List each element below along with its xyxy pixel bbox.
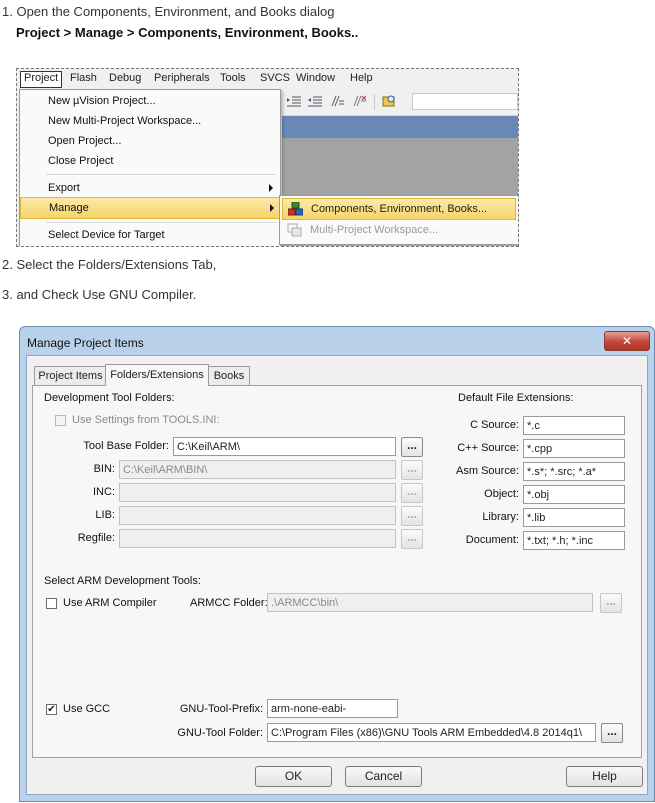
step-2-text: 2. Select the Folders/Extensions Tab, <box>2 257 217 272</box>
document-field[interactable]: *.txt; *.h; *.inc <box>523 531 625 550</box>
library-label: Library: <box>482 511 519 523</box>
bin-field[interactable]: C:\Keil\ARM\BIN\ <box>119 460 396 479</box>
menu-debug[interactable]: Debug <box>106 71 144 86</box>
menu-item-select-device[interactable]: Select Device for Target <box>20 225 278 245</box>
step-1-menu-path: Project > Manage > Components, Environme… <box>16 25 359 40</box>
gnu-tool-folder-field[interactable]: C:\Program Files (x86)\GNU Tools ARM Emb… <box>267 723 596 742</box>
inc-field[interactable] <box>119 483 396 502</box>
armcc-browse-button[interactable]: ... <box>600 593 622 613</box>
uncomment-icon[interactable] <box>352 95 366 107</box>
menu-screenshot: Project Flash Debug Peripherals Tools SV… <box>16 68 519 247</box>
use-arm-compiler-checkbox[interactable] <box>46 598 57 609</box>
lib-label: LIB: <box>95 509 115 521</box>
components-icon <box>288 202 303 216</box>
find-in-files-icon[interactable] <box>382 95 396 107</box>
dev-tool-folders-heading: Development Tool Folders: <box>44 392 175 404</box>
use-settings-label: Use Settings from TOOLS.INI: <box>72 414 220 426</box>
menu-separator <box>46 222 276 223</box>
c-source-label: C Source: <box>470 419 519 431</box>
toolbar-separator <box>374 94 375 110</box>
menu-help[interactable]: Help <box>347 71 376 86</box>
c-source-field[interactable]: *.c <box>523 416 625 435</box>
object-field[interactable]: *.obj <box>523 485 625 504</box>
project-menu-dropdown: New µVision Project... New Multi-Project… <box>19 89 281 246</box>
armcc-folder-label: ARMCC Folder: <box>190 597 268 609</box>
lib-browse-button[interactable]: ... <box>401 506 423 526</box>
menu-item-close-project[interactable]: Close Project <box>20 151 278 171</box>
tool-base-browse-button[interactable]: ... <box>401 437 423 457</box>
folders-extensions-panel: Development Tool Folders: Use Settings f… <box>32 385 642 758</box>
menu-flash[interactable]: Flash <box>67 71 100 86</box>
regfile-label: Regfile: <box>77 532 115 544</box>
use-settings-checkbox[interactable] <box>55 415 66 426</box>
menu-window[interactable]: Window <box>293 71 338 86</box>
inc-label: INC: <box>93 486 115 498</box>
submenu-arrow-icon <box>270 204 274 212</box>
menu-bar: Project Flash Debug Peripherals Tools SV… <box>17 69 518 89</box>
use-gcc-checkbox[interactable]: ✔ <box>46 704 57 715</box>
dialog-body: Project Items Folders/Extensions Books D… <box>26 355 648 795</box>
regfile-field[interactable] <box>119 529 396 548</box>
close-icon[interactable]: ✕ <box>604 331 650 351</box>
submenu-arrow-icon <box>269 184 273 192</box>
tool-base-folder-field[interactable]: C:\Keil\ARM\ <box>173 437 396 456</box>
ok-button[interactable]: OK <box>255 766 332 787</box>
workspace-icon <box>287 223 302 237</box>
menu-peripherals[interactable]: Peripherals <box>151 71 213 86</box>
menu-item-new-project[interactable]: New µVision Project... <box>20 91 278 111</box>
menu-svcs[interactable]: SVCS <box>257 71 293 86</box>
use-arm-compiler-label: Use ARM Compiler <box>63 597 157 609</box>
gnu-tool-folder-label: GNU-Tool Folder: <box>177 727 263 739</box>
step-1-text: 1. Open the Components, Environment, and… <box>2 4 335 19</box>
armcc-folder-field[interactable]: .\ARMCC\bin\ <box>267 593 593 612</box>
menu-item-multi-project-workspace[interactable]: Multi-Project Workspace... <box>282 220 514 240</box>
menu-item-new-multi-workspace[interactable]: New Multi-Project Workspace... <box>20 111 278 131</box>
gnu-tool-prefix-field[interactable]: arm-none-eabi- <box>267 699 398 718</box>
tab-folders-extensions[interactable]: Folders/Extensions <box>105 364 209 386</box>
document-label: Document: <box>465 534 519 546</box>
menu-item-open-project[interactable]: Open Project... <box>20 131 278 151</box>
menu-project[interactable]: Project <box>20 71 63 88</box>
asm-source-field[interactable]: *.s*; *.src; *.a* <box>523 462 625 481</box>
arm-tools-heading: Select ARM Development Tools: <box>44 575 201 587</box>
use-gcc-label: Use GCC <box>63 703 111 715</box>
bin-browse-button[interactable]: ... <box>401 460 423 480</box>
dialog-title: Manage Project Items <box>27 336 144 350</box>
object-label: Object: <box>484 488 519 500</box>
inc-browse-button[interactable]: ... <box>401 483 423 503</box>
tool-base-folder-label: Tool Base Folder: <box>83 440 169 452</box>
find-combo-box[interactable] <box>412 93 518 110</box>
indent-icon[interactable] <box>287 95 301 107</box>
menu-item-export[interactable]: Export <box>20 178 278 198</box>
gnu-tool-folder-browse-button[interactable]: ... <box>601 723 623 743</box>
cpp-source-label: C++ Source: <box>457 442 519 454</box>
tab-books[interactable]: Books <box>208 366 250 385</box>
menu-item-components-environment-books[interactable]: Components, Environment, Books... <box>282 198 516 220</box>
toolbar <box>282 89 518 116</box>
menu-item-manage[interactable]: Manage <box>20 197 280 219</box>
manage-project-items-dialog: Manage Project Items ✕ Project Items Fol… <box>19 326 655 802</box>
menu-separator <box>46 174 276 175</box>
gnu-tool-prefix-label: GNU-Tool-Prefix: <box>179 703 263 715</box>
editor-header-strip <box>282 116 518 138</box>
asm-source-label: Asm Source: <box>456 465 519 477</box>
tab-project-items[interactable]: Project Items <box>34 366 107 385</box>
cpp-source-field[interactable]: *.cpp <box>523 439 625 458</box>
file-extensions-heading: Default File Extensions: <box>458 392 574 404</box>
unindent-icon[interactable] <box>308 95 322 107</box>
lib-field[interactable] <box>119 506 396 525</box>
manage-submenu: Components, Environment, Books... Multi-… <box>279 195 518 245</box>
step-3-text: 3. and Check Use GNU Compiler. <box>2 287 197 302</box>
cancel-button[interactable]: Cancel <box>345 766 422 787</box>
library-field[interactable]: *.lib <box>523 508 625 527</box>
help-button[interactable]: Help <box>566 766 643 787</box>
menu-tools[interactable]: Tools <box>217 71 249 86</box>
regfile-browse-button[interactable]: ... <box>401 529 423 549</box>
bin-label: BIN: <box>93 463 115 475</box>
comment-icon[interactable] <box>330 95 344 107</box>
